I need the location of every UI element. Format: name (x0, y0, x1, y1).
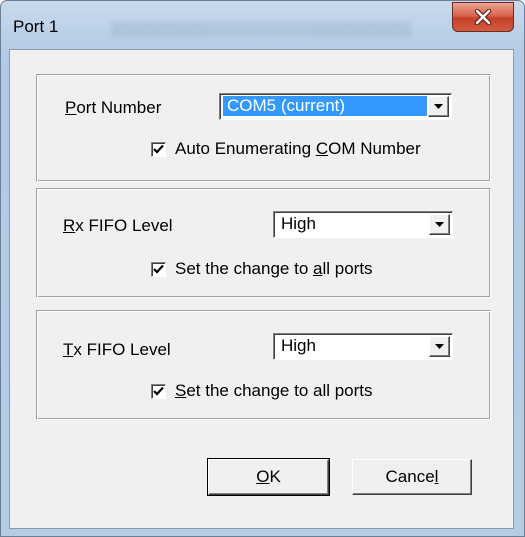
ok-button[interactable]: OK (207, 458, 330, 496)
port-number-dropdown-button[interactable] (428, 96, 449, 117)
rx-fifo-selected-value: High (281, 214, 316, 233)
tx-apply-all-checkbox-row[interactable]: Set the change to all ports (151, 381, 373, 401)
close-button[interactable] (452, 2, 514, 32)
rx-fifo-dropdown-button[interactable] (429, 214, 450, 235)
tx-fifo-label: Tx FIFO Level (63, 340, 171, 359)
dialog-client-area: Port Number COM5 (current) Auto Enumerat… (9, 49, 514, 529)
tx-apply-all-label: Set the change to all ports (175, 381, 373, 400)
port-number-group: Port Number COM5 (current) Auto Enumerat… (36, 74, 491, 182)
auto-enumerating-checkbox-row[interactable]: Auto Enumerating COM Number (151, 139, 421, 159)
rx-apply-all-checkbox-row[interactable]: Set the change to all ports (151, 259, 373, 279)
rx-apply-all-label: Set the change to all ports (175, 259, 373, 278)
auto-enumerating-checkbox[interactable] (151, 141, 166, 157)
dialog-window: Port 1 Port Number COM5 (current) Auto E… (0, 0, 525, 537)
checkmark-icon (153, 264, 164, 274)
rx-fifo-label: Rx FIFO Level (63, 216, 173, 235)
chevron-down-icon (435, 344, 444, 349)
port-number-label: Port Number (65, 98, 162, 117)
chevron-down-icon (434, 104, 443, 109)
tx-fifo-group: Tx FIFO Level High Set the change to all… (36, 310, 491, 420)
rx-fifo-combobox[interactable]: High (273, 211, 453, 238)
tx-fifo-combobox[interactable]: High (273, 333, 453, 360)
rx-apply-all-checkbox[interactable] (151, 261, 166, 277)
checkmark-icon (153, 144, 164, 154)
tx-fifo-dropdown-button[interactable] (429, 336, 450, 357)
port-number-combobox[interactable]: COM5 (current) (219, 93, 452, 120)
auto-enumerating-label: Auto Enumerating COM Number (175, 139, 421, 158)
tx-apply-all-checkbox[interactable] (151, 383, 166, 399)
titlebar-background (111, 21, 411, 37)
window-title: Port 1 (13, 17, 59, 36)
rx-fifo-group: Rx FIFO Level High Set the change to all… (36, 188, 491, 298)
checkmark-icon (153, 386, 164, 396)
tx-fifo-selected-value: High (281, 336, 316, 355)
port-number-selected-value: COM5 (current) (223, 96, 427, 116)
cancel-button[interactable]: Cance l (352, 459, 472, 495)
close-icon (474, 9, 492, 25)
chevron-down-icon (435, 222, 444, 227)
